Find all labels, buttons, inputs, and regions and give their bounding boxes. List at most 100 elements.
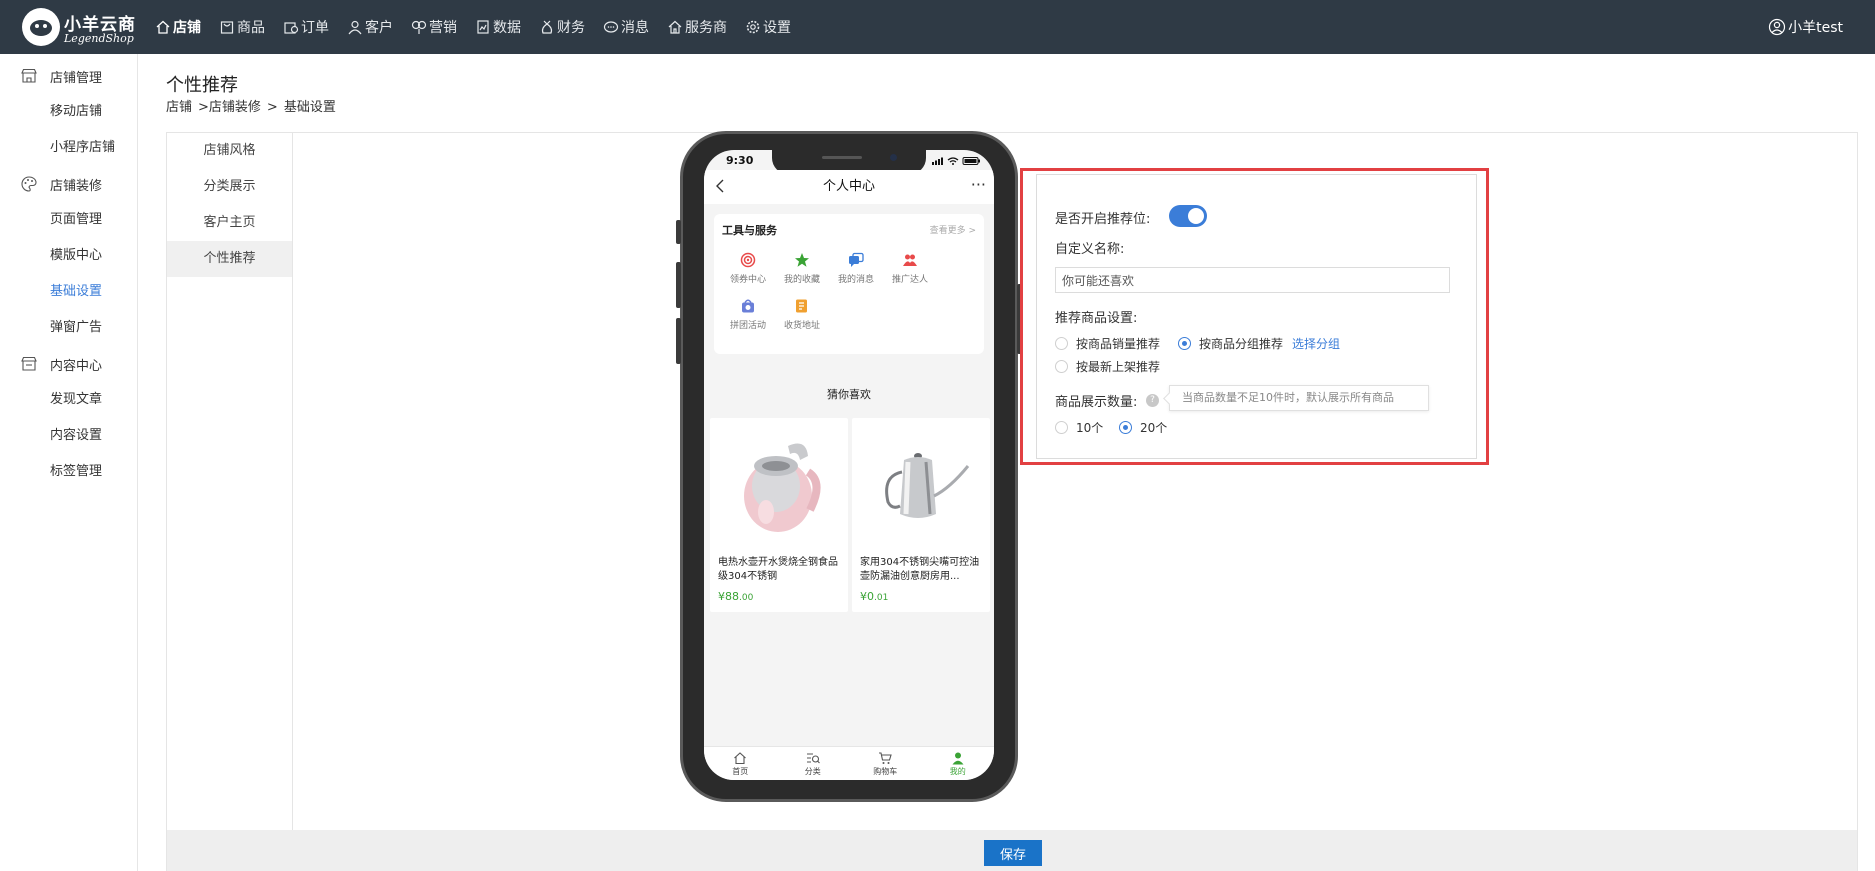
radio-label: 20个 <box>1140 421 1168 435</box>
content-icon <box>21 356 37 371</box>
price-decimal: .01 <box>874 593 889 603</box>
nav-item-data[interactable]: 数据 <box>475 0 521 54</box>
nav-item-messages[interactable]: 消息 <box>603 0 649 54</box>
sidebar-item-discover-articles[interactable]: 发现文章 <box>50 382 102 418</box>
nav-item-finance[interactable]: 财务 <box>539 0 585 54</box>
sidebar-group-label: 店铺装修 <box>50 178 103 194</box>
breadcrumb-item[interactable]: >店铺装修 <box>198 100 261 115</box>
nav-label: 服务商 <box>685 20 727 36</box>
enable-recommend-toggle[interactable] <box>1169 205 1207 227</box>
phone-tab-home[interactable]: 首页 <box>704 747 777 780</box>
product-price: ¥88.00 <box>718 590 753 603</box>
radio-circle <box>1119 421 1132 434</box>
sidebar-item-template-center[interactable]: 模版中心 <box>50 238 102 274</box>
settings-subnav: 店铺风格 分类展示 客户主页 个性推荐 <box>167 133 293 830</box>
radio-count-20[interactable]: 20个 <box>1119 419 1167 436</box>
select-group-link[interactable]: 选择分组 <box>1292 335 1340 352</box>
tool-label: 推广达人 <box>891 275 928 285</box>
radio-count-10[interactable]: 10个 <box>1055 419 1103 436</box>
sidebar-item-mobile-store[interactable]: 移动店铺 <box>50 94 102 130</box>
guess-you-like-title: 猜你喜欢 <box>827 388 871 401</box>
sidebar-item-basic-settings[interactable]: 基础设置 <box>50 274 102 310</box>
nav-item-orders[interactable]: 订单 <box>283 0 329 54</box>
tab-label: 首页 <box>732 767 749 776</box>
tool-label: 领券中心 <box>729 275 766 285</box>
phone-tab-category[interactable]: 分类 <box>777 747 850 780</box>
phone-page-header: 个人中心 ··· <box>704 170 994 204</box>
price-symbol: ¥ <box>718 590 725 603</box>
save-button[interactable]: 保存 <box>984 840 1042 866</box>
chat-icon <box>849 252 864 267</box>
sidebar-item-page-management[interactable]: 页面管理 <box>50 202 102 238</box>
palette-icon <box>21 176 37 192</box>
nav-item-marketing[interactable]: 营销 <box>411 0 457 54</box>
nav-item-store[interactable]: 店铺 <box>155 0 201 54</box>
sidebar-group-store-management[interactable]: 店铺管理 <box>0 58 138 94</box>
status-icons <box>932 156 982 166</box>
nav-item-goods[interactable]: 商品 <box>219 0 265 54</box>
phone-tab-cart[interactable]: 购物车 <box>849 747 922 780</box>
product-card[interactable]: 电热水壶开水煲烧全钢食品级304不锈钢 ¥88.00 <box>710 418 848 612</box>
radio-label: 按最新上架推荐 <box>1076 360 1161 374</box>
radio-circle <box>1055 360 1068 373</box>
nav-item-settings[interactable]: 设置 <box>745 0 791 54</box>
subnav-category-display[interactable]: 分类展示 <box>167 169 292 205</box>
product-name: 家用304不锈钢尖嘴可控油壶防漏油创意厨房用... <box>860 557 980 582</box>
nav-item-service-provider[interactable]: 服务商 <box>667 0 727 54</box>
phone-volume-down <box>676 318 681 364</box>
tool-shipping-address[interactable]: 收货地址 <box>770 298 834 332</box>
nav-label: 店铺 <box>173 20 201 36</box>
home-icon <box>734 752 747 765</box>
user-avatar-icon <box>1769 18 1786 36</box>
sidebar-item-content-settings[interactable]: 内容设置 <box>50 418 102 454</box>
main-nav: 店铺 商品 订单 客户 营销 数据 财务 消息 服务商 设置 <box>155 0 809 54</box>
nav-item-customers[interactable]: 客户 <box>347 0 393 54</box>
status-time: 9:30 <box>726 154 754 167</box>
radio-by-group[interactable]: 按商品分组推荐 <box>1178 335 1283 352</box>
subnav-store-style[interactable]: 店铺风格 <box>167 133 292 169</box>
store-icon <box>21 68 37 83</box>
steel-oil-pot-image <box>885 453 970 518</box>
subnav-customer-homepage[interactable]: 客户主页 <box>167 205 292 241</box>
price-symbol: ¥ <box>860 590 867 603</box>
service-icon <box>667 19 683 35</box>
recommend-goods-label: 推荐商品设置: <box>1055 311 1138 326</box>
radio-by-newest[interactable]: 按最新上架推荐 <box>1055 358 1160 375</box>
breadcrumb: 店铺 >店铺装修 > 基础设置 <box>166 96 342 115</box>
category-search-icon <box>806 753 820 764</box>
tools-more-link[interactable]: 查看更多 > <box>930 223 976 236</box>
tab-label: 购物车 <box>873 767 898 776</box>
sidebar-item-tag-management[interactable]: 标签管理 <box>50 454 102 490</box>
custom-name-input[interactable] <box>1055 267 1450 293</box>
nav-label: 订单 <box>301 20 329 36</box>
radio-circle <box>1055 337 1068 350</box>
user-menu[interactable]: 小羊test <box>1768 0 1843 54</box>
phone-screen: 9:30 个人中心 ··· 工具与服务 查看更多 > 领券中心 我的收藏 我的消… <box>704 150 994 780</box>
more-dots-icon[interactable]: ··· <box>971 170 986 204</box>
address-book-icon <box>796 299 807 313</box>
gear-icon <box>745 19 761 35</box>
pink-kettle-image <box>744 443 821 532</box>
subnav-personal-recommend[interactable]: 个性推荐 <box>167 241 292 277</box>
price-integer: 88 <box>725 590 739 603</box>
group-buy-bag-icon <box>742 299 754 313</box>
top-navigation-bar: 小羊云商 LegendShop 店铺 商品 订单 客户 营销 数据 财务 消息 … <box>0 0 1875 54</box>
product-card[interactable]: 家用304不锈钢尖嘴可控油壶防漏油创意厨房用... ¥0.01 <box>852 418 990 612</box>
sidebar-group-store-decoration[interactable]: 店铺装修 <box>0 166 138 202</box>
phone-page-title: 个人中心 <box>822 179 875 194</box>
phone-tab-mine[interactable]: 我的 <box>922 747 995 780</box>
breadcrumb-current: 基础设置 <box>283 100 336 115</box>
radio-label: 按商品分组推荐 <box>1199 337 1284 351</box>
sidebar-item-popup-ads[interactable]: 弹窗广告 <box>50 310 102 346</box>
radio-by-sales[interactable]: 按商品销量推荐 <box>1055 335 1160 352</box>
breadcrumb-item[interactable]: 店铺 <box>166 100 192 115</box>
sidebar-item-mini-program-store[interactable]: 小程序店铺 <box>50 130 115 166</box>
app-logo[interactable]: 小羊云商 LegendShop <box>22 8 140 48</box>
tool-promoters[interactable]: 推广达人 <box>878 252 942 286</box>
tool-label: 我的收藏 <box>783 275 820 285</box>
enable-recommend-label: 是否开启推荐位: <box>1055 212 1151 227</box>
custom-name-label: 自定义名称: <box>1055 242 1125 257</box>
sidebar-group-content-center[interactable]: 内容中心 <box>0 346 138 382</box>
help-question-icon[interactable]: ? <box>1146 394 1159 407</box>
user-name: 小羊test <box>1788 20 1843 36</box>
